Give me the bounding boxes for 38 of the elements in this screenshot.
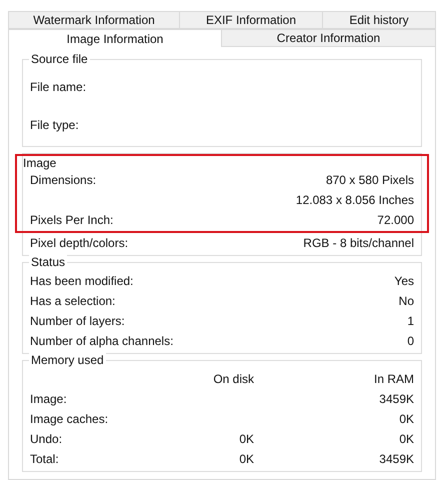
group-title: Memory used xyxy=(29,353,106,367)
property-value: 0 xyxy=(407,333,414,350)
property-label: Number of layers: xyxy=(30,313,125,330)
memory-label: Image caches: xyxy=(30,411,110,428)
property-label: Pixel depth/colors: xyxy=(30,235,128,252)
memory-label: Total: xyxy=(30,451,60,468)
property-label: Has been modified: xyxy=(30,273,134,290)
tab[interactable]: EXIF Information xyxy=(180,11,323,29)
memory-value: 0K xyxy=(238,451,254,468)
field-label: File name: xyxy=(30,79,86,96)
group-title: Source file xyxy=(29,52,90,66)
memory-label: Image: xyxy=(30,391,68,408)
tab[interactable]: Image Information xyxy=(8,29,222,47)
memory-value: 3459K xyxy=(378,391,414,408)
memory-value: 3459K xyxy=(378,451,414,468)
property-value: RGB - 8 bits/channel xyxy=(303,235,414,252)
tab[interactable]: Creator Information xyxy=(222,29,436,47)
column-header: On disk xyxy=(212,371,254,388)
group-title: Status xyxy=(29,255,68,269)
memory-label: Undo: xyxy=(30,431,64,448)
tab[interactable]: Watermark Information xyxy=(8,11,180,29)
property-value: 72.000 xyxy=(377,212,414,229)
property-value: No xyxy=(398,293,414,310)
tab[interactable]: Edit history xyxy=(323,11,436,29)
property-label: Has a selection: xyxy=(30,293,116,310)
property-value: 870 x 580 Pixels xyxy=(326,172,414,189)
group-title: Image xyxy=(23,156,56,170)
field-label: File type: xyxy=(30,117,79,134)
memory-value: 0K xyxy=(238,431,254,448)
memory-value: 0K xyxy=(398,411,414,428)
property-value: 1 xyxy=(407,313,414,330)
memory-value: 0K xyxy=(398,431,414,448)
property-label: Pixels Per Inch: xyxy=(30,212,114,229)
property-label: Number of alpha channels: xyxy=(30,333,174,350)
column-header: In RAM xyxy=(372,371,414,388)
property-value: 12.083 x 8.056 Inches xyxy=(296,192,414,209)
property-label: Dimensions: xyxy=(30,172,96,189)
property-value: Yes xyxy=(394,273,414,290)
